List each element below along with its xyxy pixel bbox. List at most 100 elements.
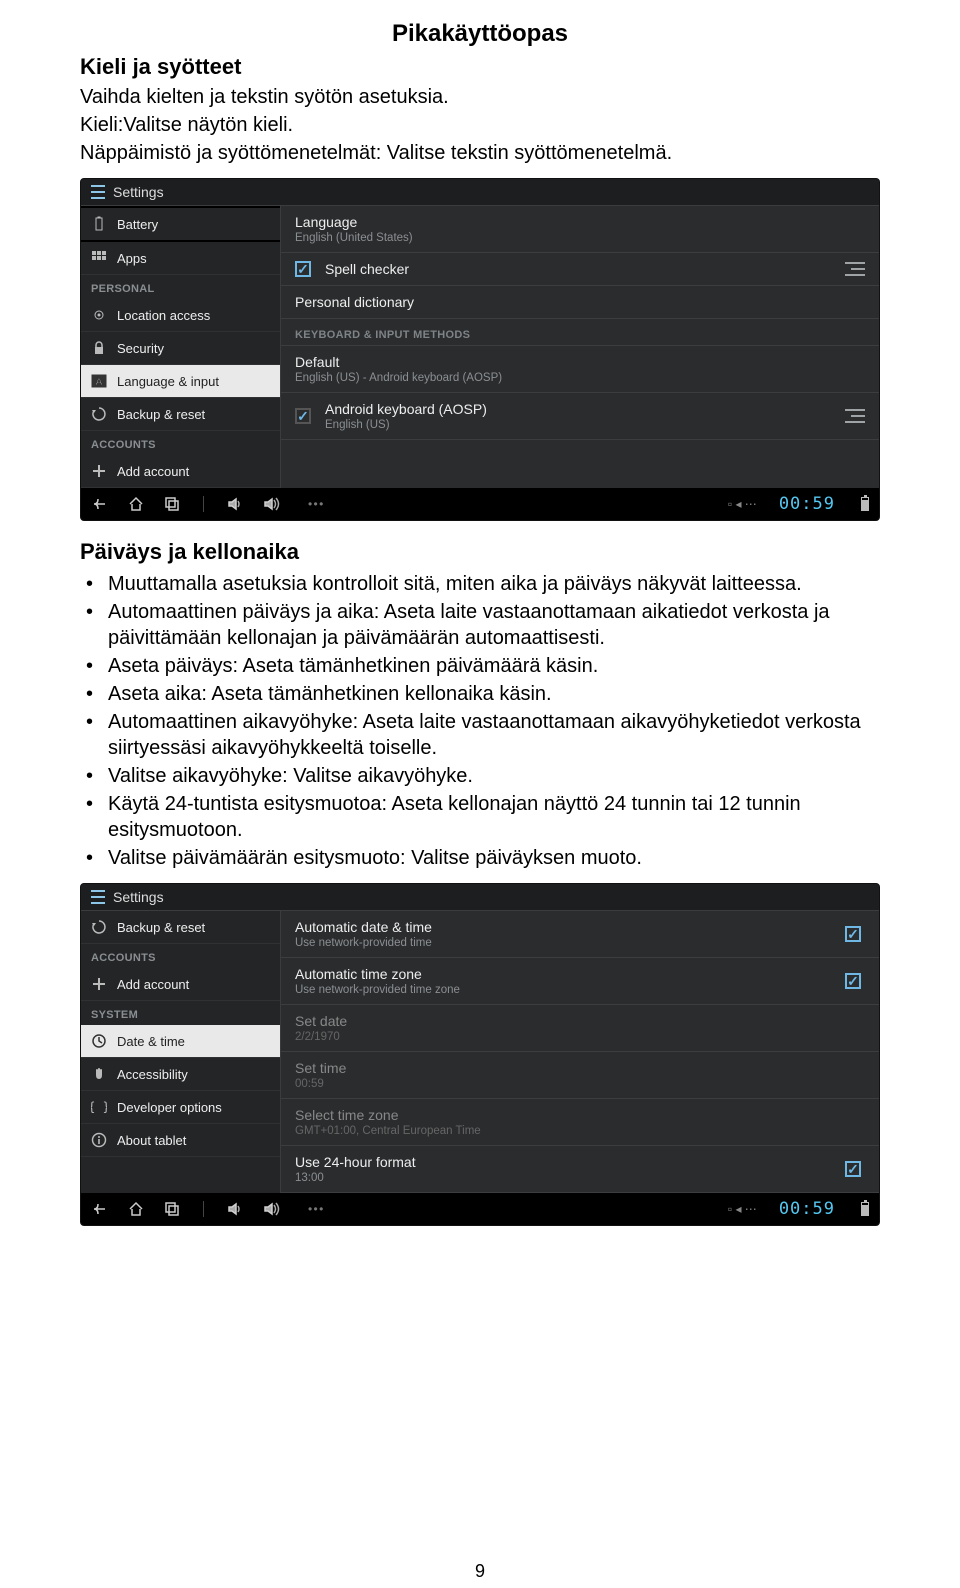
bullet-item: Aseta päiväys: Aseta tämänhetkinen päivä… xyxy=(108,653,880,679)
volume-down-icon[interactable] xyxy=(226,495,244,513)
recent-apps-icon[interactable] xyxy=(163,495,181,513)
row-auto-time-zone[interactable]: Automatic time zone Use network-provided… xyxy=(281,958,879,1005)
main-pane: Automatic date & time Use network-provid… xyxy=(281,911,879,1193)
volume-down-icon[interactable] xyxy=(226,1200,244,1218)
sidebar-item-label: Add account xyxy=(117,464,189,479)
sidebar-item-apps[interactable]: Apps xyxy=(81,242,280,275)
sidebar-item-label: About tablet xyxy=(117,1133,186,1148)
overflow-dots-icon[interactable]: • • • xyxy=(308,497,322,511)
bullet-item: Automaattinen päiväys ja aika: Aseta lai… xyxy=(108,599,880,651)
sidebar-item-language-input[interactable]: A Language & input xyxy=(81,365,280,398)
row-title: Use 24-hour format xyxy=(295,1154,835,1170)
row-select-time-zone: Select time zone GMT+01:00, Central Euro… xyxy=(281,1099,879,1146)
sidebar-item-add-account[interactable]: Add account xyxy=(81,968,280,1001)
battery-icon xyxy=(91,216,107,232)
volume-up-icon[interactable] xyxy=(262,1200,280,1218)
row-use-24-hour[interactable]: Use 24-hour format 13:00 xyxy=(281,1146,879,1193)
sidebar: Battery Apps PERSONAL Location access Se… xyxy=(81,206,281,488)
plus-icon xyxy=(91,976,107,992)
row-title: Automatic time zone xyxy=(295,966,835,982)
sidebar-item-developer[interactable]: { } Developer options xyxy=(81,1091,280,1124)
sidebar-item-label: Date & time xyxy=(117,1034,185,1049)
checkbox-auto-date-time[interactable] xyxy=(845,926,861,942)
sidebar-item-location[interactable]: Location access xyxy=(81,299,280,332)
svg-text:A: A xyxy=(95,377,102,388)
sidebar-header-accounts: ACCOUNTS xyxy=(81,431,280,455)
main-pane: Language English (United States) Spell c… xyxy=(281,206,879,488)
apps-icon xyxy=(91,250,107,266)
row-sub: GMT+01:00, Central European Time xyxy=(295,1125,865,1137)
sidebar-item-backup-reset[interactable]: Backup & reset xyxy=(81,911,280,944)
row-sub: 00:59 xyxy=(295,1078,865,1090)
checkbox-android-keyboard xyxy=(295,408,311,424)
sidebar-item-label: Add account xyxy=(117,977,189,992)
settings-sliders-icon[interactable] xyxy=(843,262,865,276)
row-sub: English (United States) xyxy=(295,232,865,244)
row-default-keyboard[interactable]: Default English (US) - Android keyboard … xyxy=(281,346,879,393)
row-sub: 13:00 xyxy=(295,1172,835,1184)
sidebar-item-label: Backup & reset xyxy=(117,407,205,422)
sidebar-item-label: Language & input xyxy=(117,374,219,389)
sidebar-header-accounts: ACCOUNTS xyxy=(81,944,280,968)
sidebar-item-backup-reset[interactable]: Backup & reset xyxy=(81,398,280,431)
battery-status-icon xyxy=(861,1202,869,1216)
braces-icon: { } xyxy=(91,1099,107,1115)
hand-icon xyxy=(91,1066,107,1082)
row-spell-checker[interactable]: Spell checker xyxy=(281,253,879,286)
clock-icon xyxy=(91,1033,107,1049)
sidebar-item-label: Developer options xyxy=(117,1100,222,1115)
body-text: Kieli:Valitse näytön kieli. xyxy=(80,112,880,138)
status-icons: ▫ ◂ ⋯ xyxy=(728,497,757,511)
row-set-time: Set time 00:59 xyxy=(281,1052,879,1099)
settings-label: Settings xyxy=(113,889,164,905)
bullet-item: Valitse aikavyöhyke: Valitse aikavyöhyke… xyxy=(108,763,880,789)
row-sub: English (US) xyxy=(325,419,825,431)
bullet-item: Automaattinen aikavyöhyke: Aseta laite v… xyxy=(108,709,880,761)
row-title: Set date xyxy=(295,1013,865,1029)
status-clock: 00:59 xyxy=(779,1199,835,1219)
back-icon[interactable] xyxy=(91,495,109,513)
bullet-item: Valitse päivämäärän esitysmuoto: Valitse… xyxy=(108,845,880,871)
checkbox-spell-checker[interactable] xyxy=(295,261,311,277)
row-title: Automatic date & time xyxy=(295,919,835,935)
sidebar-item-battery[interactable]: Battery xyxy=(81,206,280,242)
sidebar-item-label: Security xyxy=(117,341,164,356)
section-heading-lang-input: Kieli ja syötteet xyxy=(80,54,880,80)
recent-apps-icon[interactable] xyxy=(163,1200,181,1218)
checkbox-24-hour[interactable] xyxy=(845,1161,861,1177)
row-sub: 2/2/1970 xyxy=(295,1031,865,1043)
sidebar-item-about-tablet[interactable]: About tablet xyxy=(81,1124,280,1157)
overflow-dots-icon[interactable]: • • • xyxy=(308,1202,322,1216)
bullet-list: Muuttamalla asetuksia kontrolloit sitä, … xyxy=(80,571,880,871)
back-icon[interactable] xyxy=(91,1200,109,1218)
sidebar-item-date-time[interactable]: Date & time xyxy=(81,1025,280,1058)
home-icon[interactable] xyxy=(127,495,145,513)
sidebar-item-label: Apps xyxy=(117,251,147,266)
settings-sliders-icon[interactable] xyxy=(843,409,865,423)
row-cutoff xyxy=(281,440,879,446)
row-auto-date-time[interactable]: Automatic date & time Use network-provid… xyxy=(281,911,879,958)
sidebar-item-add-account[interactable]: Add account xyxy=(81,455,280,488)
volume-up-icon[interactable] xyxy=(262,495,280,513)
row-personal-dictionary[interactable]: Personal dictionary xyxy=(281,286,879,319)
plus-icon xyxy=(91,463,107,479)
checkbox-auto-time-zone[interactable] xyxy=(845,973,861,989)
row-android-keyboard[interactable]: Android keyboard (AOSP) English (US) xyxy=(281,393,879,440)
lock-icon xyxy=(91,340,107,356)
sidebar-item-label: Accessibility xyxy=(117,1067,188,1082)
sidebar-item-accessibility[interactable]: Accessibility xyxy=(81,1058,280,1091)
bullet-item: Käytä 24-tuntista esitysmuotoa: Aseta ke… xyxy=(108,791,880,843)
row-language[interactable]: Language English (United States) xyxy=(281,206,879,253)
screenshot-date-time: Settings Backup & reset ACCOUNTS Add acc… xyxy=(80,883,880,1226)
sidebar-header-system: SYSTEM xyxy=(81,1001,280,1025)
sidebar-item-security[interactable]: Security xyxy=(81,332,280,365)
sidebar-header-personal: PERSONAL xyxy=(81,275,280,299)
row-title: Default xyxy=(295,354,865,370)
settings-label: Settings xyxy=(113,184,164,200)
row-title: Personal dictionary xyxy=(295,294,865,310)
body-text: Näppäimistö ja syöttömenetelmät: Valitse… xyxy=(80,140,880,166)
sidebar-item-label: Backup & reset xyxy=(117,920,205,935)
nav-divider xyxy=(203,496,204,512)
row-sub: Use network-provided time xyxy=(295,937,835,949)
home-icon[interactable] xyxy=(127,1200,145,1218)
